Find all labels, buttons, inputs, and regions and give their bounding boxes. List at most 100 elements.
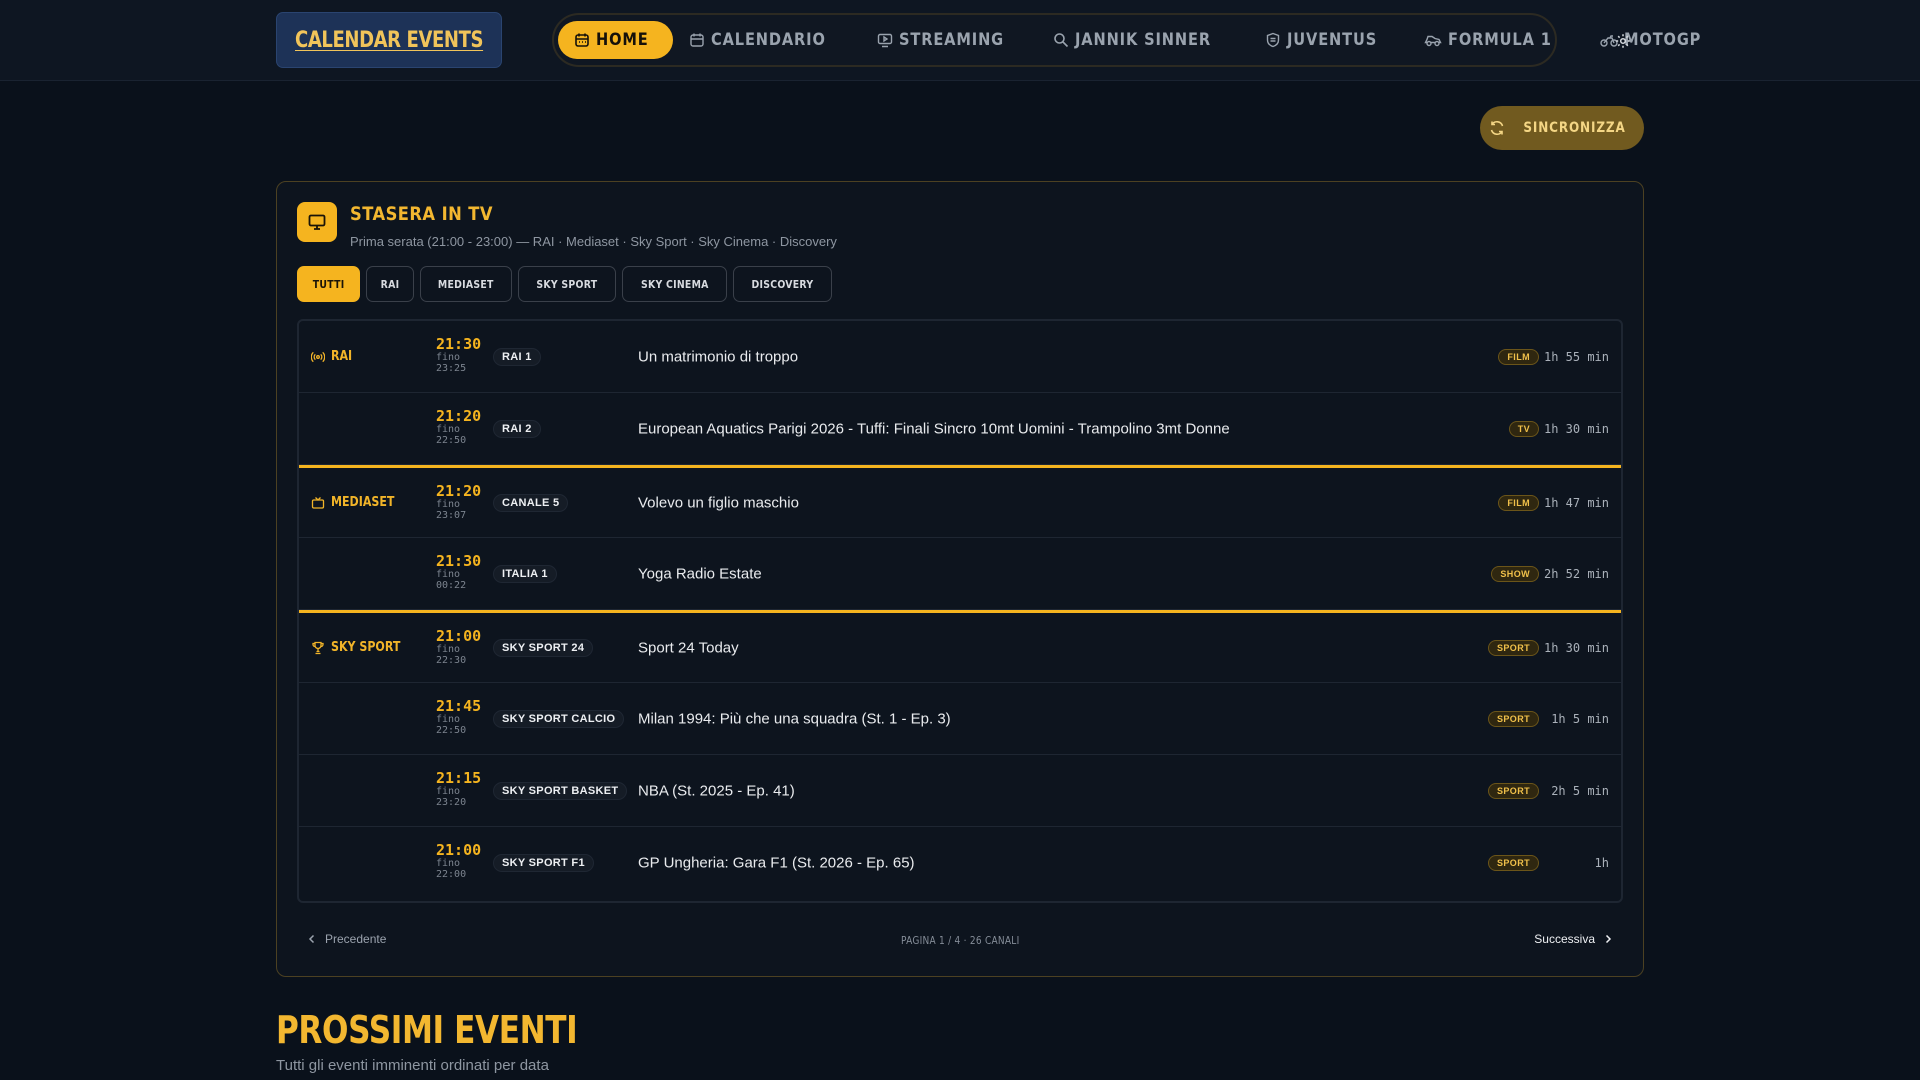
filter-rai[interactable]: RAI bbox=[366, 266, 415, 302]
nav-motogp[interactable]: MOTOGP bbox=[1584, 21, 1730, 59]
program-title: NBA (St. 2025 - Ep. 41) bbox=[638, 782, 795, 799]
channel-badge: SKY SPORT F1 bbox=[493, 854, 594, 872]
start-time: 21:45 bbox=[436, 697, 482, 715]
next-page-button[interactable]: Successiva bbox=[1534, 932, 1613, 946]
channel-filters: TUTTI RAI MEDIASET SKY SPORT SKY CINEMA … bbox=[297, 266, 833, 302]
panel-title: STASERA IN TV bbox=[350, 203, 493, 225]
end-time: 22:30 bbox=[436, 655, 467, 666]
filter-tutti[interactable]: TUTTI bbox=[297, 266, 361, 302]
channel-badge: RAI 1 bbox=[493, 347, 541, 366]
filter-mediaset[interactable]: MEDIASET bbox=[420, 266, 512, 302]
end-time: 22:00 bbox=[436, 869, 467, 880]
start-time: 21:30 bbox=[436, 552, 482, 570]
program-title: Yoga Radio Estate bbox=[638, 565, 762, 582]
genre-badge: SPORT bbox=[1487, 782, 1539, 799]
channel-badge: CANALE 5 bbox=[493, 493, 569, 512]
table-row[interactable]: 21:30 fino 00:22 ITALIA 1 Yoga Radio Est… bbox=[299, 538, 1621, 610]
end-time: 23:25 bbox=[436, 363, 467, 374]
start-time: 21:00 bbox=[436, 627, 482, 645]
car-icon bbox=[1424, 35, 1442, 47]
until-label: fino bbox=[436, 424, 461, 435]
time-block: 21:30 fino 00:22 bbox=[436, 554, 481, 591]
until-label: fino bbox=[436, 858, 461, 869]
genre-badge: SPORT bbox=[1487, 639, 1539, 656]
filter-sky-cinema[interactable]: SKY CINEMA bbox=[621, 266, 728, 302]
schedule-table: RAI 21:30 fino 23:25 RAI 1 Un matrimonio… bbox=[297, 319, 1623, 903]
shield-icon bbox=[1266, 32, 1280, 48]
program-title: Un matrimonio di troppo bbox=[638, 348, 799, 365]
panel-subtitle: Prima serata (21:00 - 23:00) — RAI · Med… bbox=[350, 234, 837, 249]
duration: 2h 52 min bbox=[1543, 566, 1609, 581]
group-label-rai: RAI bbox=[311, 321, 356, 392]
program-title: GP Ungheria: Gara F1 (St. 2026 - Ep. 65) bbox=[638, 854, 915, 872]
genre-badge: SHOW bbox=[1491, 565, 1539, 582]
duration: 1h bbox=[1594, 856, 1609, 870]
duration: 1h 30 min bbox=[1543, 640, 1609, 655]
table-row[interactable]: MEDIASET 21:20 fino 23:07 CANALE 5 Volev… bbox=[299, 465, 1621, 538]
broadcast-icon bbox=[311, 351, 325, 362]
refresh-icon bbox=[1491, 120, 1504, 136]
genre-badge: TV bbox=[1508, 420, 1539, 437]
genre-badge: SPORT bbox=[1487, 710, 1539, 727]
start-time: 21:20 bbox=[436, 482, 482, 500]
group-label-sky-sport: SKY SPORT bbox=[311, 613, 413, 682]
table-row[interactable]: 21:00 fino 22:00 SKY SPORT F1 GP Ungheri… bbox=[299, 827, 1621, 899]
upcoming-subtitle: Tutti gli eventi imminenti ordinati per … bbox=[276, 1057, 549, 1074]
app-logo[interactable]: CALENDAR EVENTS bbox=[276, 12, 502, 68]
until-label: fino bbox=[436, 499, 461, 510]
time-block: 21:00 fino 22:00 bbox=[436, 843, 481, 880]
time-block: 21:20 fino 22:50 bbox=[436, 409, 481, 446]
duration: 2h 5 min bbox=[1551, 783, 1609, 798]
nav-formula-1[interactable]: FORMULA 1 bbox=[1408, 21, 1585, 59]
calendar-icon bbox=[690, 33, 704, 47]
nav-juventus[interactable]: JUVENTUS bbox=[1249, 21, 1408, 59]
program-title: Milan 1994: Più che una squadra (St. 1 -… bbox=[638, 710, 951, 727]
tv-play-icon bbox=[877, 33, 892, 48]
nav-calendario[interactable]: CALENDARIO bbox=[673, 21, 860, 59]
program-title: European Aquatics Parigi 2026 - Tuffi: F… bbox=[638, 420, 1230, 437]
end-time: 22:50 bbox=[436, 725, 467, 736]
channel-badge: SKY SPORT CALCIO bbox=[493, 709, 625, 728]
gear-icon bbox=[1616, 34, 1630, 48]
until-label: fino bbox=[436, 644, 461, 655]
duration: 1h 30 min bbox=[1543, 421, 1609, 436]
table-row[interactable]: 21:20 fino 22:50 RAI 2 European Aquatics… bbox=[299, 393, 1621, 465]
time-block: 21:30 fino 23:25 bbox=[436, 337, 481, 374]
duration: 1h 5 min bbox=[1551, 711, 1609, 726]
upcoming-title: PROSSIMI EVENTI bbox=[276, 1008, 578, 1052]
until-label: fino bbox=[436, 352, 461, 363]
duration: 1h 55 min bbox=[1543, 349, 1609, 364]
time-block: 21:15 fino 23:20 bbox=[436, 771, 481, 808]
time-block: 21:20 fino 23:07 bbox=[436, 484, 481, 521]
time-block: 21:45 fino 22:50 bbox=[436, 699, 481, 736]
end-time: 23:20 bbox=[436, 797, 467, 808]
table-row[interactable]: SKY SPORT 21:00 fino 22:30 SKY SPORT 24 … bbox=[299, 610, 1621, 683]
table-row[interactable]: 21:45 fino 22:50 SKY SPORT CALCIO Milan … bbox=[299, 683, 1621, 755]
filter-discovery[interactable]: DISCOVERY bbox=[733, 266, 833, 302]
start-time: 21:15 bbox=[436, 769, 482, 787]
nav-home[interactable]: HOME bbox=[558, 21, 674, 59]
group-label-mediaset: MEDIASET bbox=[311, 468, 406, 537]
calendar-icon bbox=[575, 33, 589, 47]
tv-tonight-panel: STASERA IN TV Prima serata (21:00 - 23:0… bbox=[276, 181, 1644, 977]
channel-badge: ITALIA 1 bbox=[493, 564, 557, 583]
program-title: Volevo un figlio maschio bbox=[638, 494, 799, 511]
settings-button[interactable] bbox=[1609, 27, 1637, 55]
search-icon bbox=[1053, 33, 1068, 48]
channel-badge: SKY SPORT 24 bbox=[493, 638, 594, 657]
tv-icon-badge bbox=[297, 202, 337, 242]
table-row[interactable]: RAI 21:30 fino 23:25 RAI 1 Un matrimonio… bbox=[299, 321, 1621, 393]
duration: 1h 47 min bbox=[1543, 495, 1609, 510]
filter-sky-sport[interactable]: SKY SPORT bbox=[517, 266, 616, 302]
tv-icon bbox=[308, 214, 326, 230]
main-nav: HOME CALENDARIO STREAMING JANNIK SINNER … bbox=[552, 13, 1701, 67]
start-time: 21:30 bbox=[436, 335, 482, 353]
end-time: 22:50 bbox=[436, 435, 467, 446]
nav-streaming[interactable]: STREAMING bbox=[861, 21, 1037, 59]
nav-jannik-sinner[interactable]: JANNIK SINNER bbox=[1037, 21, 1249, 59]
chevron-right-icon bbox=[1605, 934, 1612, 944]
end-time: 23:07 bbox=[436, 510, 467, 521]
table-row[interactable]: 21:15 fino 23:20 SKY SPORT BASKET NBA (S… bbox=[299, 755, 1621, 827]
channel-badge: SKY SPORT BASKET bbox=[493, 781, 628, 800]
sync-button[interactable]: SINCRONIZZA bbox=[1480, 106, 1644, 150]
